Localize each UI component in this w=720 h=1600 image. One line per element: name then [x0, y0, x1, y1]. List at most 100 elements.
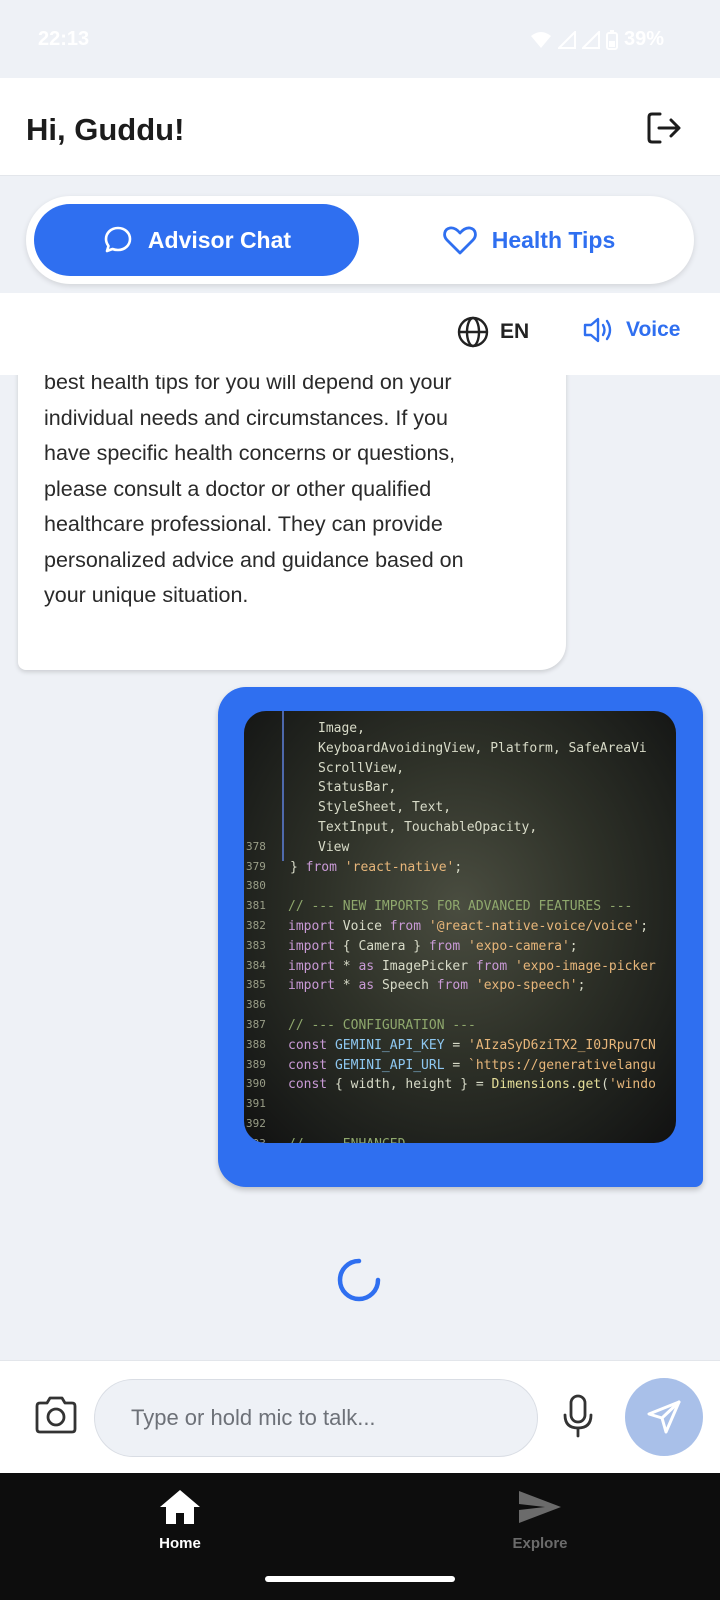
loading-spinner-icon [337, 1258, 381, 1302]
code-line: 380 [244, 879, 676, 899]
code-line: 385 import * as Speech from 'expo-speech'… [244, 978, 676, 998]
code-line-number: 382 [246, 919, 266, 932]
code-line: StatusBar, [244, 780, 676, 800]
code-line-number: 391 [246, 1097, 266, 1111]
status-bar: 22:13 39% [0, 0, 720, 78]
voice-toggle[interactable]: Voice [582, 315, 680, 345]
tab-advisor-chat[interactable]: Advisor Chat [34, 204, 359, 276]
code-line: 386 [244, 998, 676, 1018]
signal-icon-2 [581, 30, 600, 49]
status-icons: 39% [530, 28, 664, 51]
code-line: 390 const { width, height } = Dimensions.… [244, 1077, 676, 1097]
language-bar: EN Voice [0, 293, 720, 375]
code-line: TextInput, TouchableOpacity, [244, 820, 676, 840]
code-line-number: 386 [246, 998, 266, 1012]
code-line: 383 import { Camera } from 'expo-camera'; [244, 939, 676, 959]
code-line: 387 // --- CONFIGURATION --- [244, 1018, 676, 1038]
code-line: 378 View [244, 840, 676, 860]
code-line-number: 381 [246, 899, 266, 913]
code-line-number: 387 [246, 1018, 266, 1031]
code-line: 392 [244, 1117, 676, 1137]
battery-icon [605, 29, 618, 50]
code-line: 389 const GEMINI_API_URL = `https://gener… [244, 1058, 676, 1078]
code-line: KeyboardAvoidingView, Platform, SafeArea… [244, 741, 676, 761]
home-indicator [265, 1576, 455, 1582]
code-line-text: ScrollView, [318, 760, 405, 776]
tab-advisor-chat-label: Advisor Chat [147, 226, 292, 253]
language-label: EN [500, 320, 530, 343]
greeting-title: Hi, Guddu! [26, 112, 185, 147]
code-line-number: 383 [246, 938, 266, 952]
wifi-icon [530, 31, 551, 48]
code-line-number: 392 [246, 1117, 266, 1130]
code-line: 379 } from 'react-native'; [244, 860, 676, 880]
nav-home-label: Home [159, 1535, 201, 1552]
code-line: 391 [244, 1097, 676, 1117]
code-line-text: Image, [318, 721, 365, 736]
code-line: ScrollView, [244, 761, 676, 781]
message-composer [0, 1360, 720, 1473]
code-line-number: 384 [246, 958, 266, 972]
user-message-bubble: Image, KeyboardAvoidingView, Platform, Sa… [218, 687, 703, 1187]
user-image-attachment[interactable]: Image, KeyboardAvoidingView, Platform, Sa… [244, 711, 676, 1143]
bot-message-bubble: best health tips for you will depend on … [18, 375, 566, 670]
language-selector[interactable]: EN [456, 315, 529, 349]
signal-icon [557, 30, 576, 49]
heart-icon [442, 226, 477, 255]
code-line-text: KeyboardAvoidingView, Platform, SafeArea… [318, 740, 647, 756]
battery-level: 39% [623, 28, 664, 50]
status-time: 22:13 [38, 28, 90, 50]
code-line-text: } from 'react-native'; [290, 859, 463, 875]
voice-label: Voice [626, 318, 681, 341]
camera-icon[interactable] [33, 1395, 79, 1435]
chat-bubble-icon [104, 226, 132, 253]
microphone-icon[interactable] [560, 1393, 596, 1439]
code-line-number: 393 [246, 1137, 268, 1143]
code-line-text: import * as Speech from 'expo-speech'; [288, 978, 586, 994]
code-line-text: import Voice from '@react-native-voice/v… [288, 919, 649, 934]
code-line: Image, [244, 721, 676, 741]
code-line-number: 390 [246, 1077, 266, 1091]
send-icon [647, 1400, 681, 1434]
code-line-number: 385 [246, 978, 266, 992]
speaker-icon [583, 317, 612, 343]
code-line: 384 import * as ImagePicker from 'expo-im… [244, 959, 676, 979]
code-line-text: // --- ENHANCED --- [288, 1137, 437, 1143]
app-header: Hi, Guddu! [0, 78, 720, 176]
code-line-number: 380 [246, 879, 266, 893]
code-line: 393 // --- ENHANCED --- [244, 1137, 676, 1143]
code-line-text: const GEMINI_API_URL = `https://generati… [288, 1057, 656, 1073]
chat-area[interactable]: best health tips for you will depend on … [0, 375, 720, 1360]
nav-explore-label: Explore [512, 1535, 568, 1552]
nav-home[interactable]: Home [110, 1487, 250, 1552]
code-line-text: StyleSheet, Text, [318, 800, 452, 816]
code-line-number: 378 [246, 839, 266, 853]
logout-icon[interactable] [644, 108, 684, 148]
code-line-number: 388 [246, 1037, 266, 1051]
code-line-text: // --- CONFIGURATION --- [288, 1018, 476, 1033]
code-line: 382 import Voice from '@react-native-voic… [244, 919, 676, 939]
globe-icon [457, 316, 489, 348]
code-line-text: import * as ImagePicker from 'expo-image… [288, 958, 656, 974]
code-line-text: import { Camera } from 'expo-camera'; [288, 938, 578, 954]
send-button[interactable] [625, 1378, 703, 1456]
tab-switcher: Advisor Chat Health Tips [26, 196, 694, 284]
code-line-number: 379 [246, 859, 266, 873]
code-line: 388 const GEMINI_API_KEY = 'AIzaSyD6ziTX2… [244, 1038, 676, 1058]
code-line-text: View [318, 839, 350, 855]
code-line-text: const GEMINI_API_KEY = 'AIzaSyD6ziTX2_I0… [288, 1037, 656, 1053]
tab-health-tips-label: Health Tips [491, 226, 616, 253]
nav-explore[interactable]: Explore [470, 1487, 610, 1552]
code-line: StyleSheet, Text, [244, 800, 676, 820]
code-line-text: const { width, height } = Dimensions.get… [288, 1077, 656, 1093]
code-line-text: // --- NEW IMPORTS FOR ADVANCED FEATURES… [288, 899, 633, 915]
code-line-text: TextInput, TouchableOpacity, [318, 820, 538, 835]
home-icon [160, 1490, 200, 1524]
send-nav-icon [519, 1491, 561, 1523]
code-line-text: StatusBar, [318, 780, 397, 796]
tab-health-tips[interactable]: Health Tips [371, 204, 686, 276]
code-line: 381 // --- NEW IMPORTS FOR ADVANCED FEATU… [244, 899, 676, 919]
code-line-number: 389 [246, 1057, 266, 1071]
bot-message-text: best health tips for you will depend on … [44, 375, 464, 607]
message-input[interactable] [94, 1379, 538, 1457]
